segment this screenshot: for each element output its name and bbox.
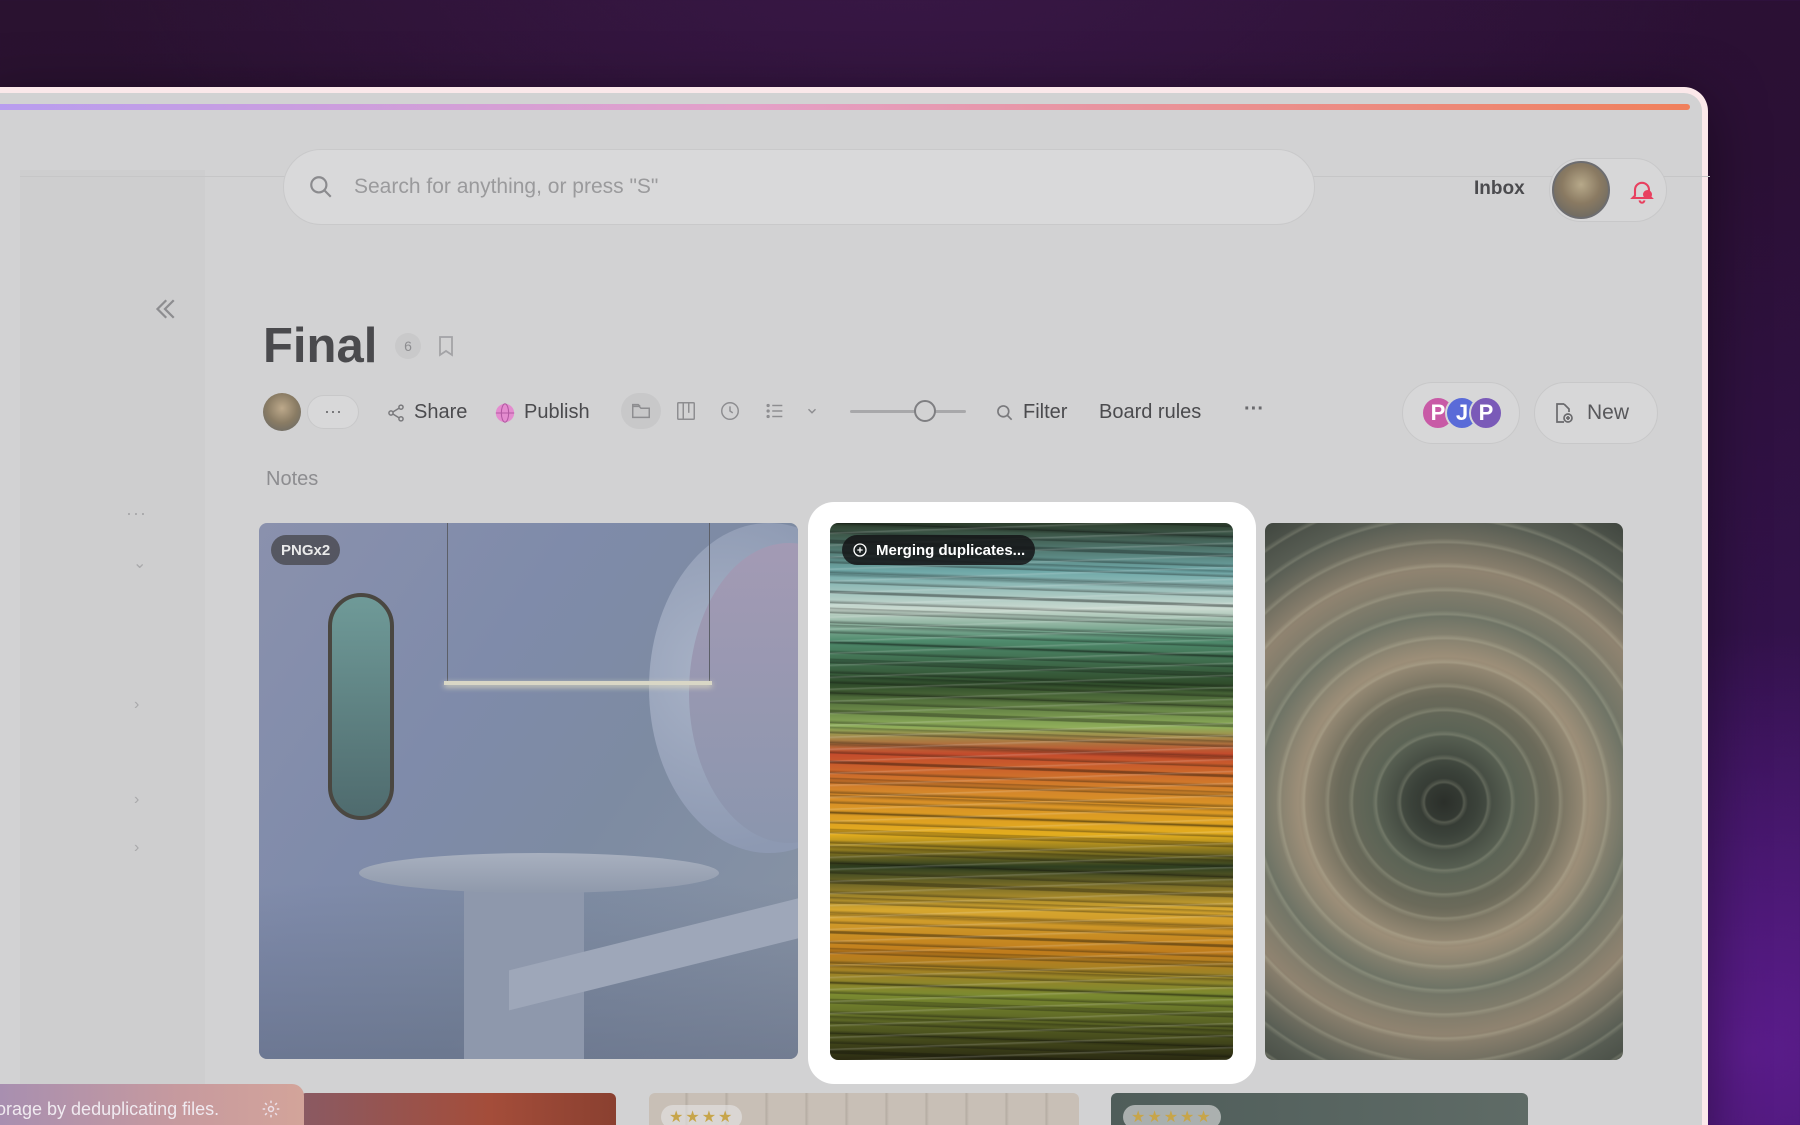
search-icon-small	[997, 404, 1013, 420]
window-top-glow	[0, 104, 1690, 110]
new-button[interactable]: New	[1534, 382, 1658, 444]
search-placeholder: Search for anything, or press "S"	[354, 175, 659, 198]
board-rules-button[interactable]: Board rules	[1099, 401, 1201, 424]
collaborator-avatar-3[interactable]: P	[1469, 396, 1503, 430]
file-type-badge: PNGx2	[271, 535, 341, 565]
timeline-view-button[interactable]	[710, 393, 750, 429]
new-file-icon	[1556, 403, 1573, 423]
asset-card-interior[interactable]: PNGx2	[259, 523, 798, 1059]
share-label: Share	[414, 401, 468, 423]
page-title: Final	[263, 319, 378, 373]
sidebar-chevron-right-icon-2[interactable]: ›	[134, 791, 139, 809]
view-options-dropdown[interactable]	[792, 393, 832, 429]
sidebar-chevron-down-icon[interactable]: ⌄	[133, 553, 146, 573]
asset-card-bottom-3[interactable]: ★★★★★	[1111, 1093, 1528, 1125]
kanban-icon	[677, 402, 695, 420]
inbox-link[interactable]: Inbox	[1474, 178, 1525, 200]
image-lamp	[444, 681, 712, 685]
owner-avatar[interactable]	[263, 393, 301, 431]
list-view-button[interactable]	[755, 393, 795, 429]
collaborators-group[interactable]: P J P	[1402, 382, 1520, 444]
list-icon	[766, 403, 783, 419]
asset-card-bottom-1[interactable]	[300, 1093, 616, 1125]
search-icon	[310, 176, 332, 198]
clock-icon	[721, 402, 739, 420]
board-rules-label: Board rules	[1099, 401, 1202, 423]
asset-card-motion-blur[interactable]: Merging duplicates...	[830, 523, 1233, 1060]
new-label: New	[1587, 401, 1630, 424]
overflow-menu-button[interactable]: ···	[1244, 398, 1264, 421]
collapse-sidebar-icon[interactable]	[150, 294, 180, 324]
image-mirror	[328, 593, 394, 820]
asset-card-bottom-2[interactable]: ★★★★	[649, 1093, 1079, 1125]
filter-button[interactable]: Filter	[995, 401, 1067, 424]
toast-text: orage by deduplicating files.	[0, 1098, 220, 1119]
user-menu[interactable]	[1549, 158, 1667, 222]
globe-icon	[495, 402, 515, 423]
filter-label: Filter	[1023, 401, 1068, 423]
section-notes-label: Notes	[266, 468, 319, 490]
search-input[interactable]: Search for anything, or press "S"	[283, 149, 1315, 225]
share-button[interactable]: Share	[386, 401, 467, 424]
sidebar-more-icon[interactable]: ···	[126, 503, 147, 524]
notification-dot	[1643, 190, 1652, 199]
merge-status-badge: Merging duplicates...	[842, 535, 1036, 565]
image-lamp-wire-left	[447, 523, 448, 681]
item-count-badge: 6	[395, 333, 421, 359]
members-more-button[interactable]: ···	[307, 395, 359, 429]
plus-circle-icon	[853, 543, 867, 557]
share-icon	[388, 403, 404, 422]
gear-icon[interactable]	[261, 1099, 281, 1119]
merge-status-text: Merging duplicates...	[876, 541, 1026, 559]
overflow-menu-icon: ···	[1244, 398, 1264, 420]
asset-card-tunnel[interactable]	[1265, 523, 1623, 1060]
bookmark-icon[interactable]	[437, 335, 455, 357]
rating-stars: ★★★★★	[1123, 1105, 1221, 1125]
bell-icon[interactable]	[1628, 177, 1656, 205]
sidebar-chevron-right-icon-1[interactable]: ›	[134, 696, 139, 714]
publish-label: Publish	[524, 401, 590, 423]
publish-button[interactable]: Publish	[494, 401, 590, 424]
folder-view-button[interactable]	[621, 393, 661, 429]
image-table-top	[359, 853, 719, 893]
image-streaks	[830, 523, 1233, 1060]
folder-icon	[632, 403, 650, 419]
chevron-down-icon	[808, 408, 816, 414]
user-avatar[interactable]	[1552, 161, 1610, 219]
image-lamp-wire-right	[709, 523, 710, 681]
rating-stars: ★★★★	[661, 1105, 743, 1125]
zoom-slider-track[interactable]	[850, 410, 966, 413]
dedup-toast[interactable]: orage by deduplicating files.	[0, 1084, 304, 1125]
sidebar-chevron-right-icon-3[interactable]: ›	[134, 839, 139, 857]
board-view-button[interactable]	[666, 393, 706, 429]
image-rings	[1265, 523, 1623, 1060]
